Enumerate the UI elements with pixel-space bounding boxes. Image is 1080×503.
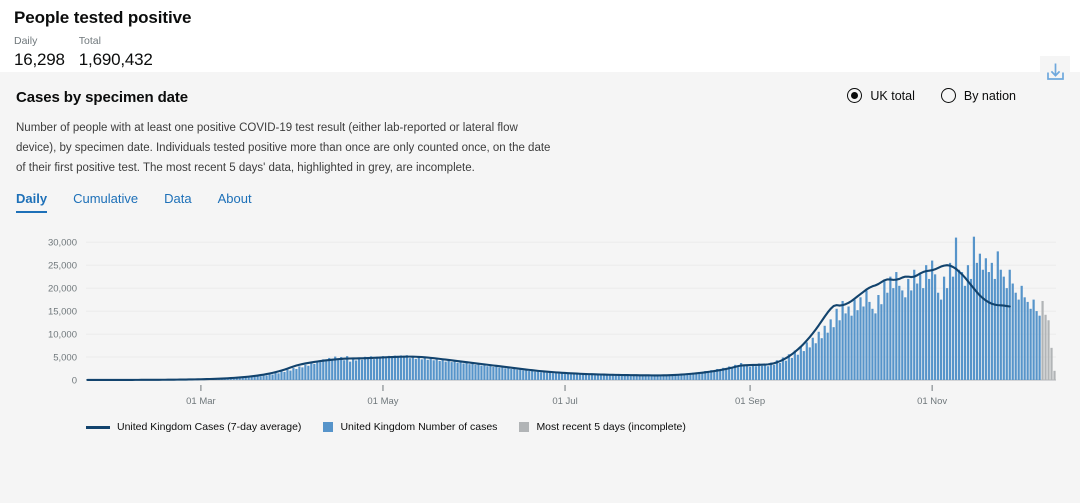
cases-chart: 0 5,000 10,000 15,000 20,000 25,000 30,000 01 M…: [16, 227, 1064, 417]
metric-daily-value: 16,298: [14, 49, 65, 74]
legend-square-marker-cases: [323, 422, 334, 433]
tab-data[interactable]: Data: [164, 191, 191, 213]
download-icon: [1046, 63, 1064, 80]
legend-item-incomplete: Most recent 5 days (incomplete): [519, 421, 686, 434]
radio-uk-total[interactable]: UK total: [847, 88, 915, 103]
svg-text:15,000: 15,000: [48, 307, 77, 318]
card-tabs: Daily Cumulative Data About: [16, 191, 1064, 214]
summary-header: People tested positive Daily 16,298 Tota…: [0, 0, 1080, 84]
page-title: People tested positive: [14, 8, 192, 27]
tab-cumulative[interactable]: Cumulative: [73, 191, 138, 213]
scope-radio-group: UK total By nation: [847, 88, 1064, 103]
legend-square-marker-incomplete: [519, 422, 530, 433]
svg-text:01 Mar: 01 Mar: [186, 396, 216, 407]
metric-group: Daily 16,298 Total 1,690,432: [14, 35, 1066, 74]
svg-text:01 Jul: 01 Jul: [552, 396, 577, 407]
svg-text:01 Nov: 01 Nov: [917, 396, 947, 407]
chart-legend: United Kingdom Cases (7-day average) Uni…: [16, 421, 1064, 433]
legend-label-incomplete: Most recent 5 days (incomplete): [536, 421, 686, 434]
legend-item-cases: United Kingdom Number of cases: [323, 421, 497, 433]
metric-daily: Daily 16,298: [14, 35, 65, 74]
legend-line-marker: [86, 425, 110, 429]
metric-total-label: Total: [78, 34, 101, 47]
legend-item-average: United Kingdom Cases (7-day average): [86, 421, 301, 433]
svg-text:20,000: 20,000: [48, 284, 77, 295]
radio-by-nation[interactable]: By nation: [940, 88, 1016, 103]
legend-label-average: United Kingdom Cases (7-day average): [117, 421, 302, 434]
card-header: Cases by specimen date UK total By natio…: [16, 86, 1064, 106]
svg-text:30,000: 30,000: [48, 238, 77, 249]
metric-total-value: 1,690,432: [78, 49, 153, 74]
radio-uk-total-label: UK total: [870, 88, 915, 103]
radio-by-nation-mark: [940, 88, 956, 103]
chart-canvas: 0 5,000 10,000 15,000 20,000 25,000 30,000 01 M…: [48, 236, 1056, 407]
svg-text:10,000: 10,000: [48, 330, 77, 341]
tab-daily[interactable]: Daily: [16, 191, 48, 214]
svg-text:0: 0: [72, 376, 77, 387]
svg-text:25,000: 25,000: [48, 261, 77, 272]
cases-card: Cases by specimen date UK total By natio…: [0, 56, 1080, 503]
legend-label-cases: United Kingdom Number of cases: [340, 421, 498, 434]
metric-daily-label: Daily: [14, 34, 38, 47]
tab-about[interactable]: About: [218, 191, 252, 213]
metric-total: Total 1,690,432: [78, 34, 153, 74]
radio-uk-total-mark: [847, 88, 863, 103]
card-title: Cases by specimen date: [16, 89, 189, 106]
radio-by-nation-label: By nation: [963, 88, 1016, 103]
download-button[interactable]: [1040, 56, 1070, 87]
svg-text:01 Sep: 01 Sep: [735, 396, 765, 407]
svg-text:01 May: 01 May: [367, 396, 398, 407]
card-description: Number of people with at least one posit…: [16, 122, 551, 174]
svg-text:5,000: 5,000: [53, 353, 77, 364]
